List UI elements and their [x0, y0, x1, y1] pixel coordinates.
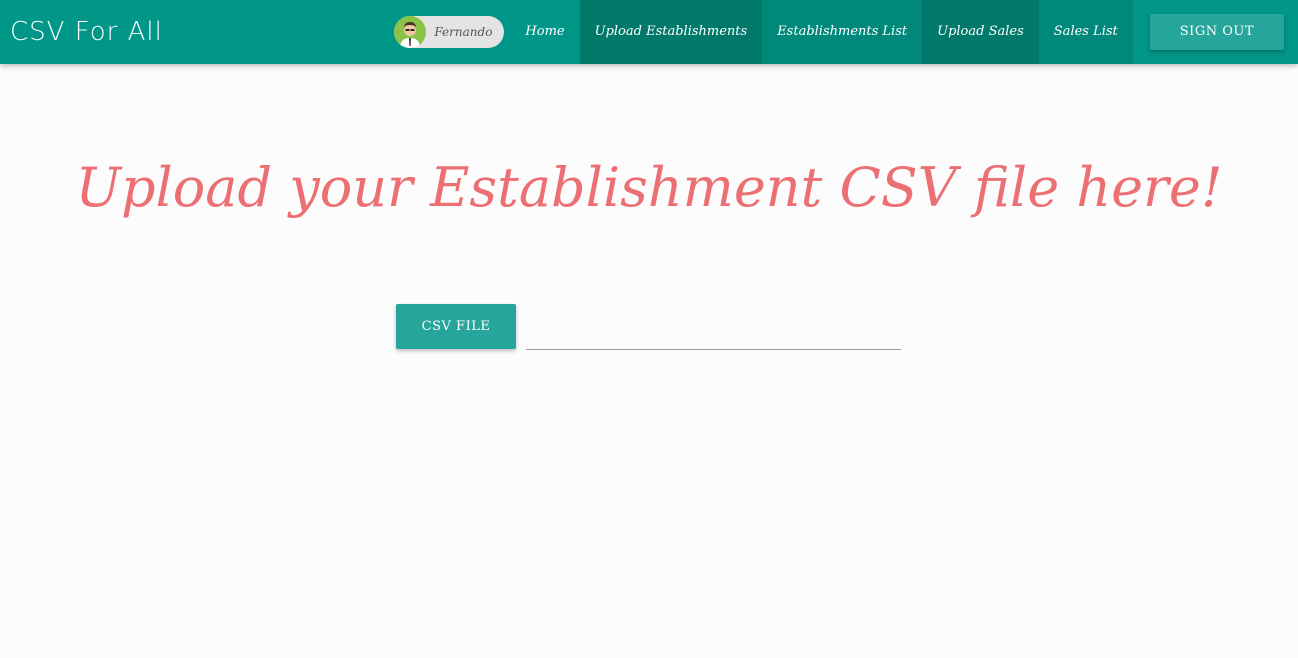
- sign-out-button[interactable]: SIGN OUT: [1149, 14, 1284, 50]
- user-name: Fernando: [434, 25, 493, 39]
- user-chip: Fernando: [394, 16, 505, 48]
- nav-menu: Fernando Home Upload Establishments Esta…: [394, 0, 1298, 64]
- file-path-input[interactable]: [526, 312, 901, 350]
- nav-upload-establishments[interactable]: Upload Establishments: [579, 0, 763, 64]
- csv-file-button[interactable]: CSV FILE: [396, 304, 516, 349]
- page-title: Upload your Establishment CSV file here!: [75, 156, 1223, 219]
- brand-logo[interactable]: CSV For All: [10, 13, 163, 51]
- top-navbar: CSV For All Fernando Home Upload Establi…: [0, 0, 1298, 64]
- user-avatar-icon: [394, 16, 427, 48]
- nav-establishments-list[interactable]: Establishments List: [762, 0, 923, 64]
- nav-upload-sales[interactable]: Upload Sales: [922, 0, 1039, 64]
- nav-sales-list[interactable]: Sales List: [1038, 0, 1133, 64]
- nav-home[interactable]: Home: [510, 0, 579, 64]
